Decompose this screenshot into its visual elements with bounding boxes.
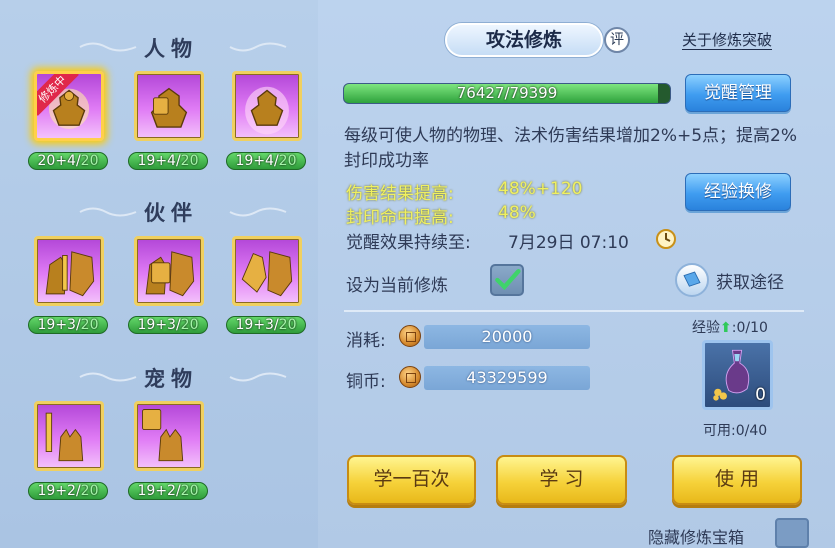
skill-level-magic-defense: 19+4/20: [226, 152, 306, 170]
pet-level-defense: 19+2/20: [128, 482, 208, 500]
hide-chest-label: 隐藏修炼宝箱: [648, 528, 745, 547]
item-count: 0: [755, 385, 766, 405]
get-source-link[interactable]: 获取途径: [716, 268, 784, 293]
seal-value: 48%: [498, 203, 536, 223]
partner-level-defense: 19+3/20: [128, 316, 208, 334]
partner-sword-icon: [45, 251, 95, 297]
swirl-decoration: [79, 207, 137, 217]
clock-icon: [656, 229, 676, 249]
coins-label: 铜币:: [346, 372, 386, 392]
skill-level-defense: 19+4/20: [128, 152, 208, 170]
progress-text: 76427/79399: [456, 84, 558, 102]
partner-slot-attack[interactable]: [34, 236, 104, 306]
rate-icon[interactable]: 评: [604, 27, 630, 53]
swirl-decoration: [229, 207, 287, 217]
partner-shield-icon: [145, 251, 195, 297]
swirl-decoration: [229, 42, 287, 52]
section-title-pet: 宠物: [144, 366, 198, 391]
partner-slot-magic[interactable]: [232, 236, 302, 306]
cost-value: 20000: [424, 325, 590, 349]
set-current-label: 设为当前修炼: [346, 276, 448, 296]
damage-label: 伤害结果提高:: [346, 184, 454, 204]
coin-icon: [399, 366, 421, 388]
duration-value: 7月29日 07:10: [508, 233, 629, 253]
learn-100-button[interactable]: 学一百次: [347, 455, 476, 505]
experience-progress-bar: 76427/79399: [343, 83, 671, 104]
learn-button[interactable]: 学 习: [496, 455, 627, 505]
skill-level-attack: 20+4/20: [28, 152, 108, 170]
panel-title: 攻法修炼: [445, 23, 603, 57]
duration-label: 觉醒效果持续至:: [346, 233, 471, 253]
use-button[interactable]: 使 用: [672, 455, 802, 505]
section-title-character: 人物: [144, 36, 198, 61]
pet-level-attack: 19+2/20: [28, 482, 108, 500]
up-arrow-icon: ⬆: [720, 320, 732, 336]
set-current-checkbox[interactable]: [490, 264, 524, 296]
pet-slot-attack[interactable]: [34, 401, 104, 471]
skill-slot-magic-defense[interactable]: [232, 71, 302, 141]
section-title-partner: 伙伴: [144, 200, 198, 225]
available-count: 可用:0/40: [703, 423, 768, 439]
swirl-decoration: [79, 42, 137, 52]
exp-item-slot[interactable]: 0: [702, 340, 773, 410]
partner-level-magic: 19+3/20: [226, 316, 306, 334]
coin-icon: [399, 325, 421, 347]
divider: [344, 310, 804, 312]
exchange-exp-button[interactable]: 经验换修: [685, 173, 791, 211]
exp-label: 经验⬆:0/10: [692, 320, 768, 336]
cost-label: 消耗:: [346, 331, 386, 351]
pet-slot-defense[interactable]: [134, 401, 204, 471]
book-icon[interactable]: [675, 263, 709, 297]
partner-slot-defense[interactable]: [134, 236, 204, 306]
checkmark-icon: [495, 269, 521, 291]
about-breakthrough-link[interactable]: 关于修炼突破: [682, 31, 773, 50]
swirl-decoration: [229, 372, 287, 382]
damage-value: 48%+120: [498, 179, 583, 199]
pet-shield-icon: [142, 409, 184, 462]
coins-value: 43329599: [424, 366, 590, 390]
warrior-shield-icon: [150, 87, 188, 128]
seal-label: 封印命中提高:: [346, 208, 454, 228]
skill-slot-attack[interactable]: 修炼中: [34, 71, 104, 141]
skill-slot-defense[interactable]: [134, 71, 204, 141]
awaken-manage-button[interactable]: 觉醒管理: [685, 74, 791, 112]
hide-chest-checkbox[interactable]: [775, 518, 809, 548]
skill-description: 每级可使人物的物理、法术伤害结果增加2%+5点；提高2%封印成功率: [344, 126, 797, 171]
swirl-decoration: [79, 372, 137, 382]
warrior-magic-icon: [245, 86, 289, 135]
pet-sword-icon: [45, 412, 84, 462]
partner-hand-icon: [241, 251, 293, 297]
partner-level-attack: 19+3/20: [28, 316, 108, 334]
